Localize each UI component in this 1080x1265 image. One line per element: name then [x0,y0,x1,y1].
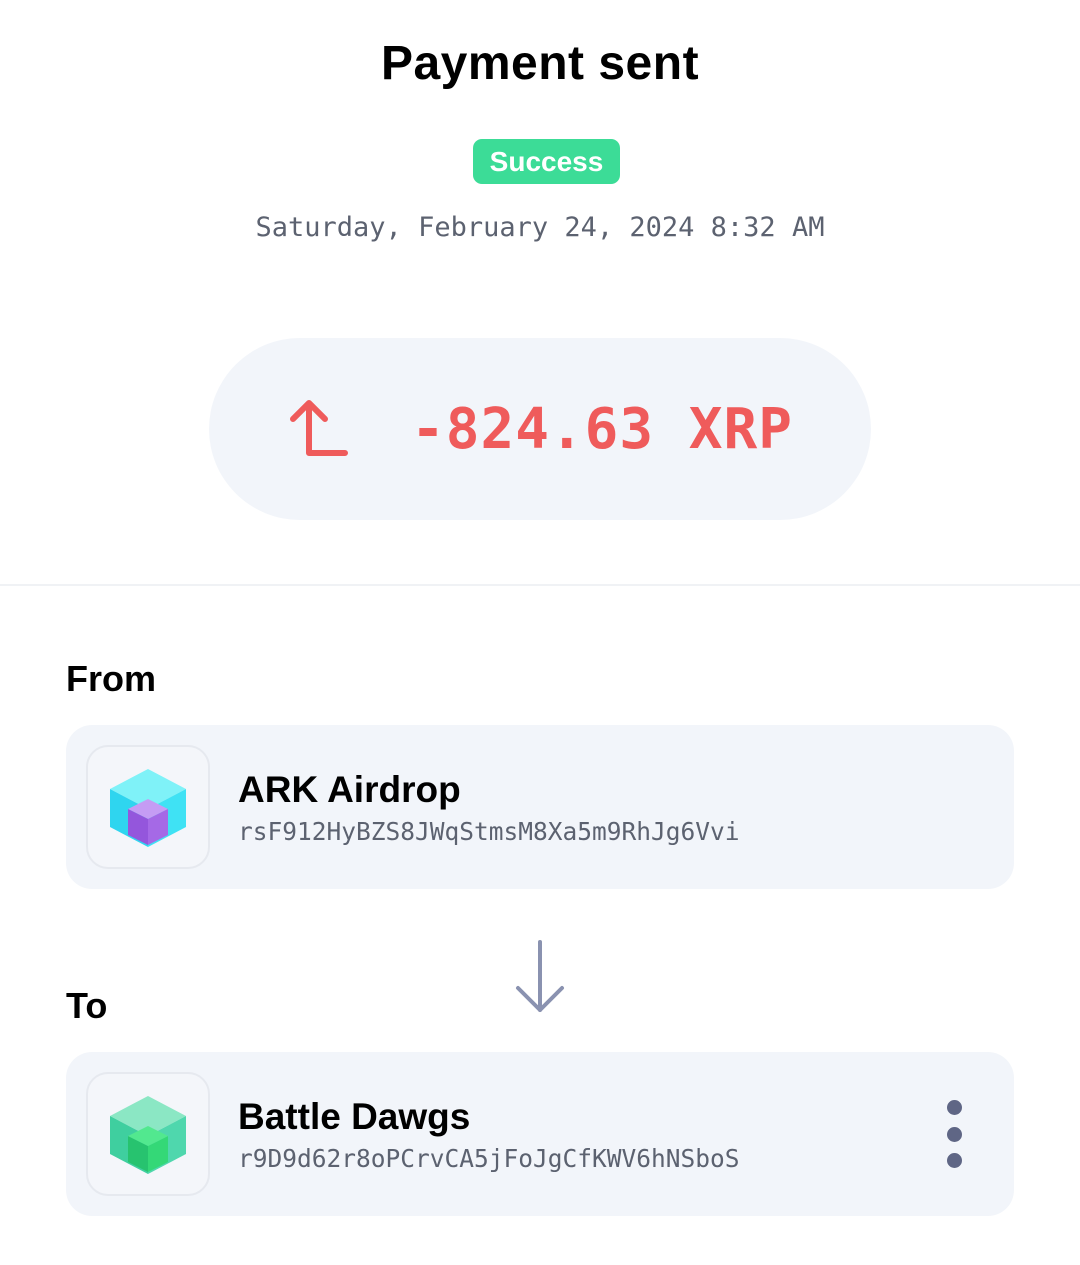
from-account-address: rsF912HyBZS8JWqStmsM8Xa5m9RhJg6Vvi [238,817,740,846]
menu-dot [946,1126,962,1142]
amount-pill: -824.63 XRP [209,338,871,520]
amount-value: -824.63 XRP [411,396,793,462]
from-account-name: ARK Airdrop [238,769,461,810]
to-account-address: r9D9d62r8oPCrvCA5jFoJgCfKWV6hNSboS [238,1144,740,1173]
transaction-date: Saturday, February 24, 2024 8:32 AM [255,212,825,243]
to-account-card[interactable]: Battle Dawgs r9D9d62r8oPCrvCA5jFoJgCfKWV… [66,1052,1014,1216]
section-divider [0,584,1080,586]
menu-dot [946,1153,962,1168]
more-vertical-icon[interactable] [940,1100,968,1168]
status-badge: Success [473,139,620,184]
from-label: From [66,658,156,699]
menu-dot [946,1100,962,1115]
page-title: Payment sent [380,37,700,90]
payment-detail-screen: Payment sent Success Saturday, February … [0,0,1080,1265]
arrow-up-left-icon [290,400,349,456]
arrow-down-icon [516,940,564,1012]
cube-icon [110,769,186,847]
cube-icon [110,1096,186,1174]
to-label: To [66,985,108,1026]
from-avatar [86,745,210,869]
to-account-name: Battle Dawgs [238,1096,471,1137]
from-account-card[interactable]: ARK Airdrop rsF912HyBZS8JWqStmsM8Xa5m9Rh… [66,725,1014,889]
to-avatar [86,1072,210,1196]
